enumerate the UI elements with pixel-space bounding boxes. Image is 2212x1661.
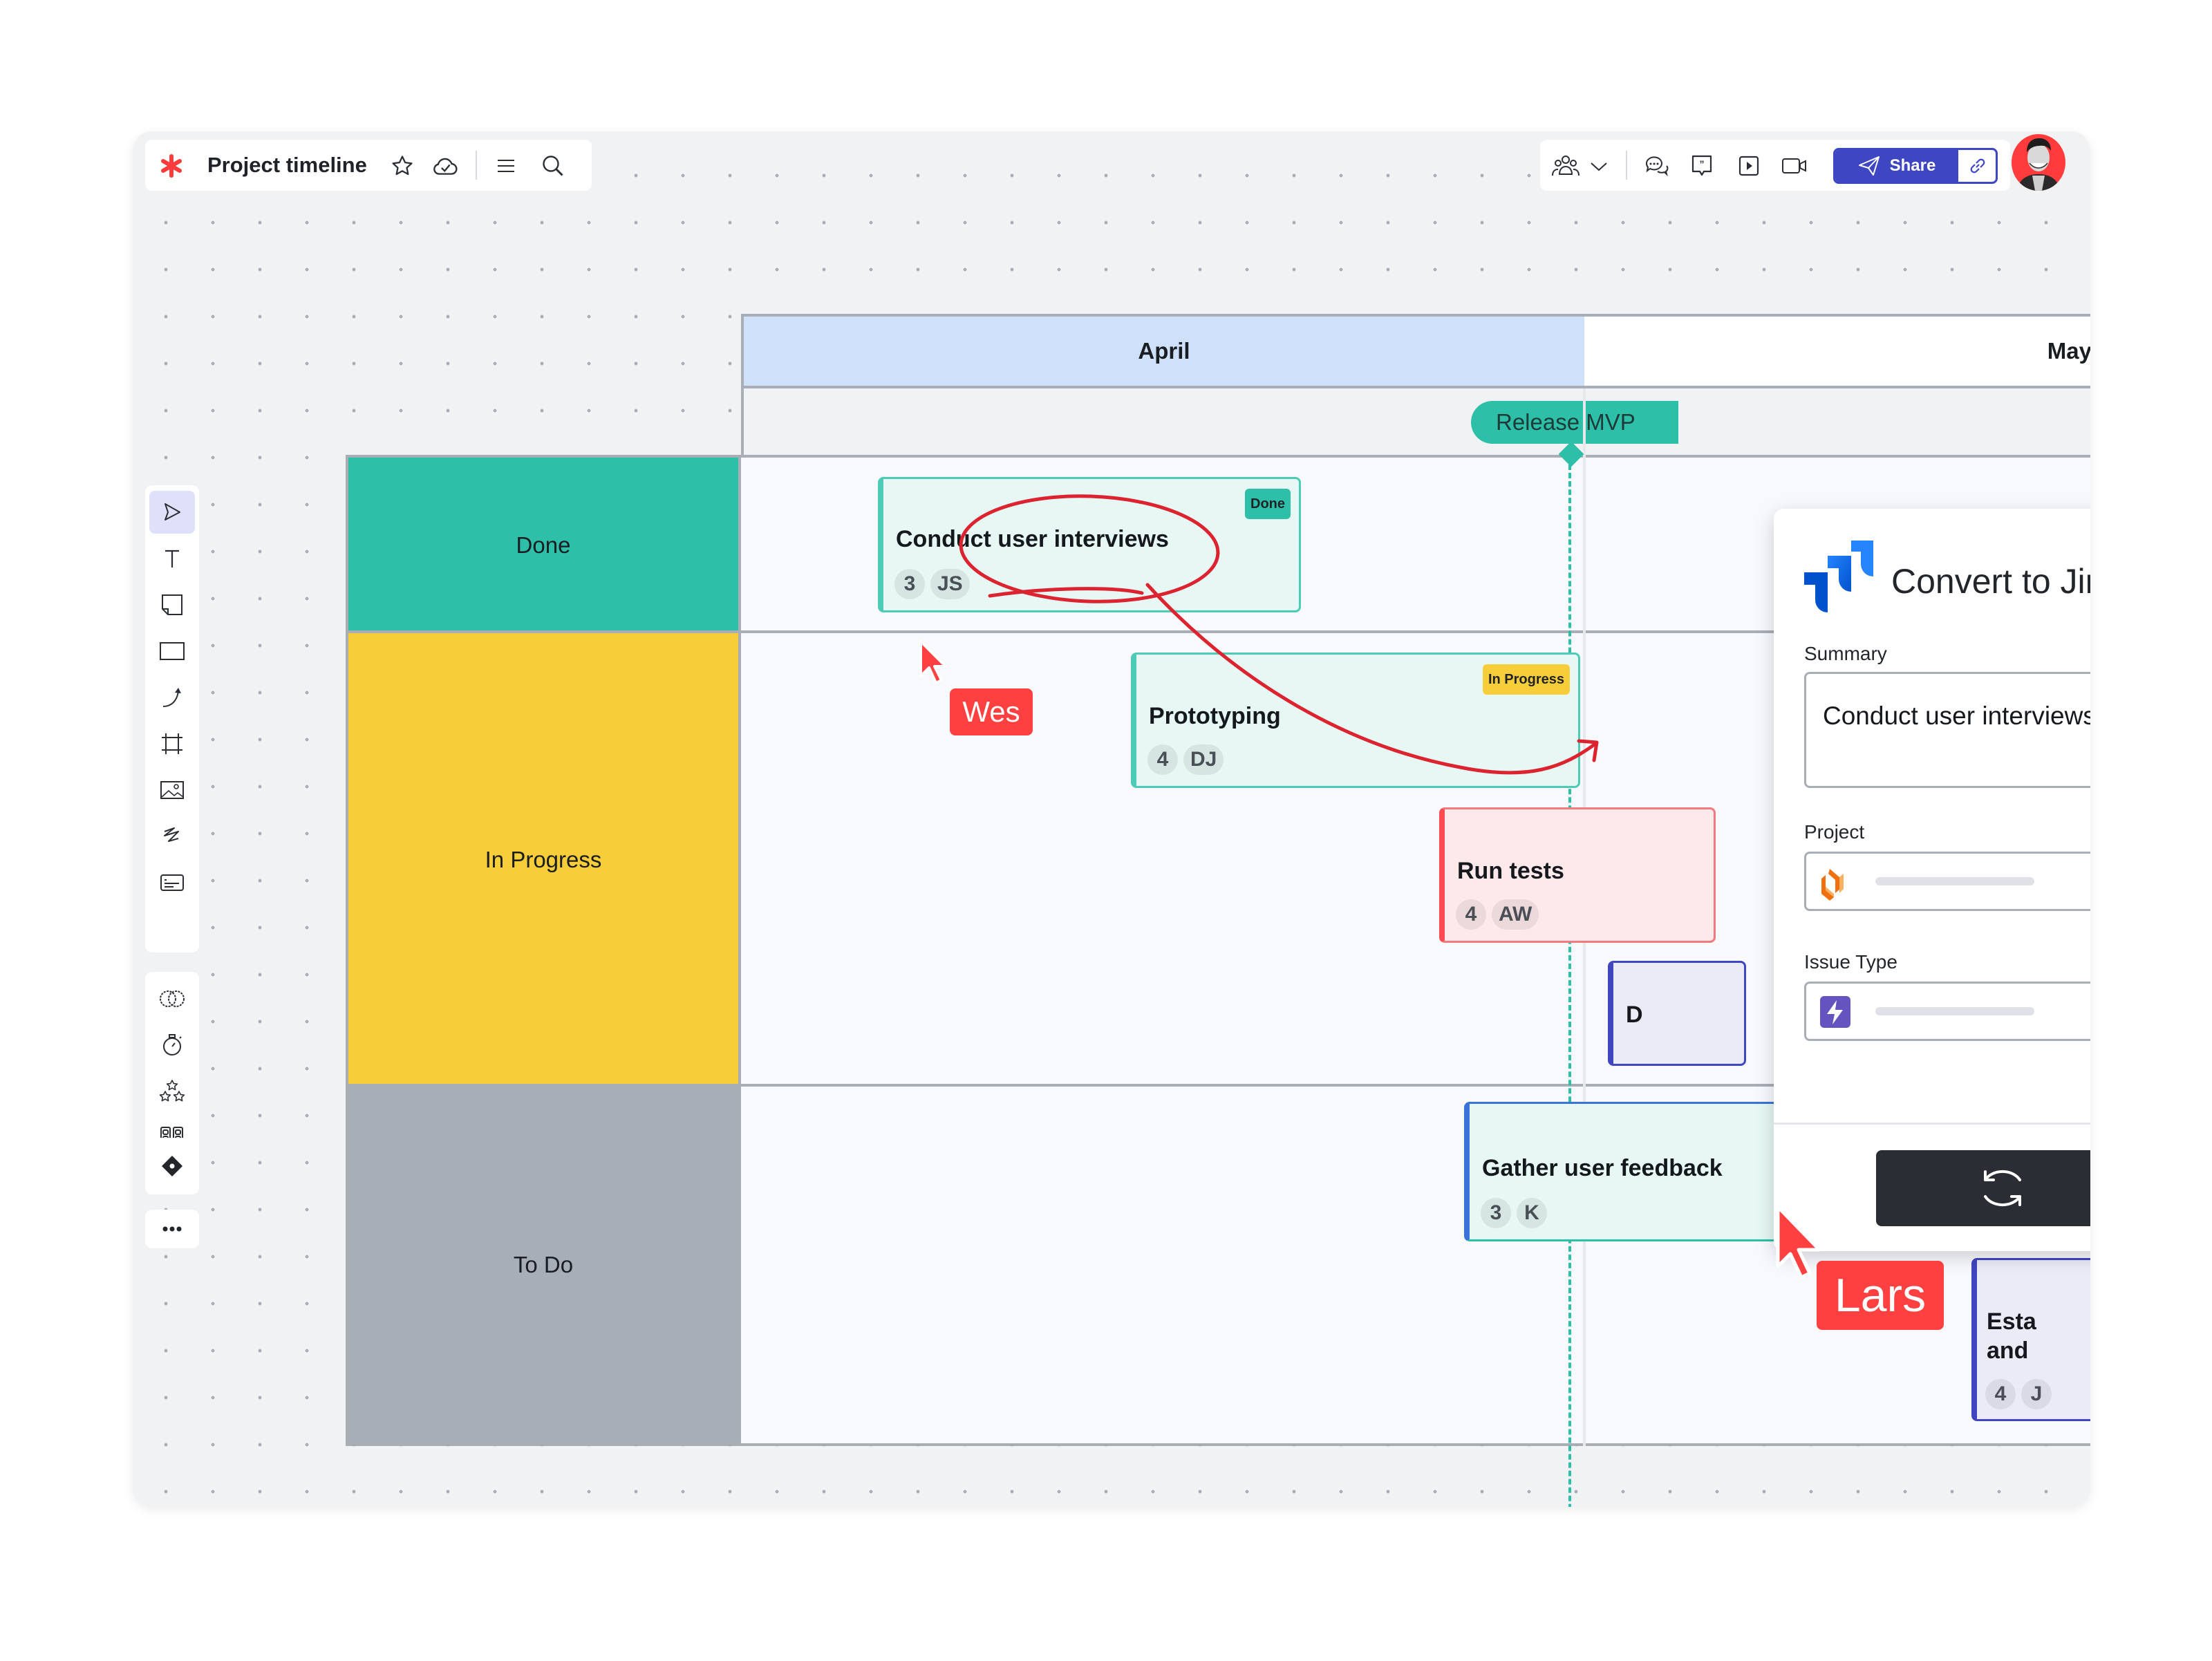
arrow-annotation <box>1145 583 1597 775</box>
board-window: Project timeline ” Share April May Relea… <box>133 131 2090 1507</box>
summary-value: Conduct user interviews <box>1823 702 2090 730</box>
remote-cursor-wes-icon <box>919 640 947 684</box>
convert-button[interactable] <box>1876 1150 2090 1226</box>
project-logo-icon <box>1821 869 1844 901</box>
cursor-label-lars: Lars <box>1817 1261 1944 1330</box>
jira-logo-icon <box>1804 541 1873 612</box>
sync-icon <box>1984 1170 2021 1207</box>
issue-type-select[interactable] <box>1804 982 2090 1041</box>
summary-input[interactable]: Conduct user interviews <box>1804 672 2090 788</box>
panel-divider <box>1774 1123 2090 1125</box>
project-placeholder <box>1875 877 2034 885</box>
issue-type-placeholder <box>1875 1007 2034 1015</box>
panel-title: Convert to Jira Issue <box>1891 562 2090 601</box>
project-select[interactable] <box>1804 852 2090 911</box>
summary-label: Summary <box>1804 643 1887 664</box>
epic-lightning-icon <box>1820 996 1850 1028</box>
jira-convert-panel: Convert to Jira Issue Summary Conduct us… <box>1774 509 2090 1251</box>
project-label: Project <box>1804 821 1865 843</box>
cursor-label-wes: Wes <box>950 688 1033 735</box>
issue-type-label: Issue Type <box>1804 951 1897 973</box>
